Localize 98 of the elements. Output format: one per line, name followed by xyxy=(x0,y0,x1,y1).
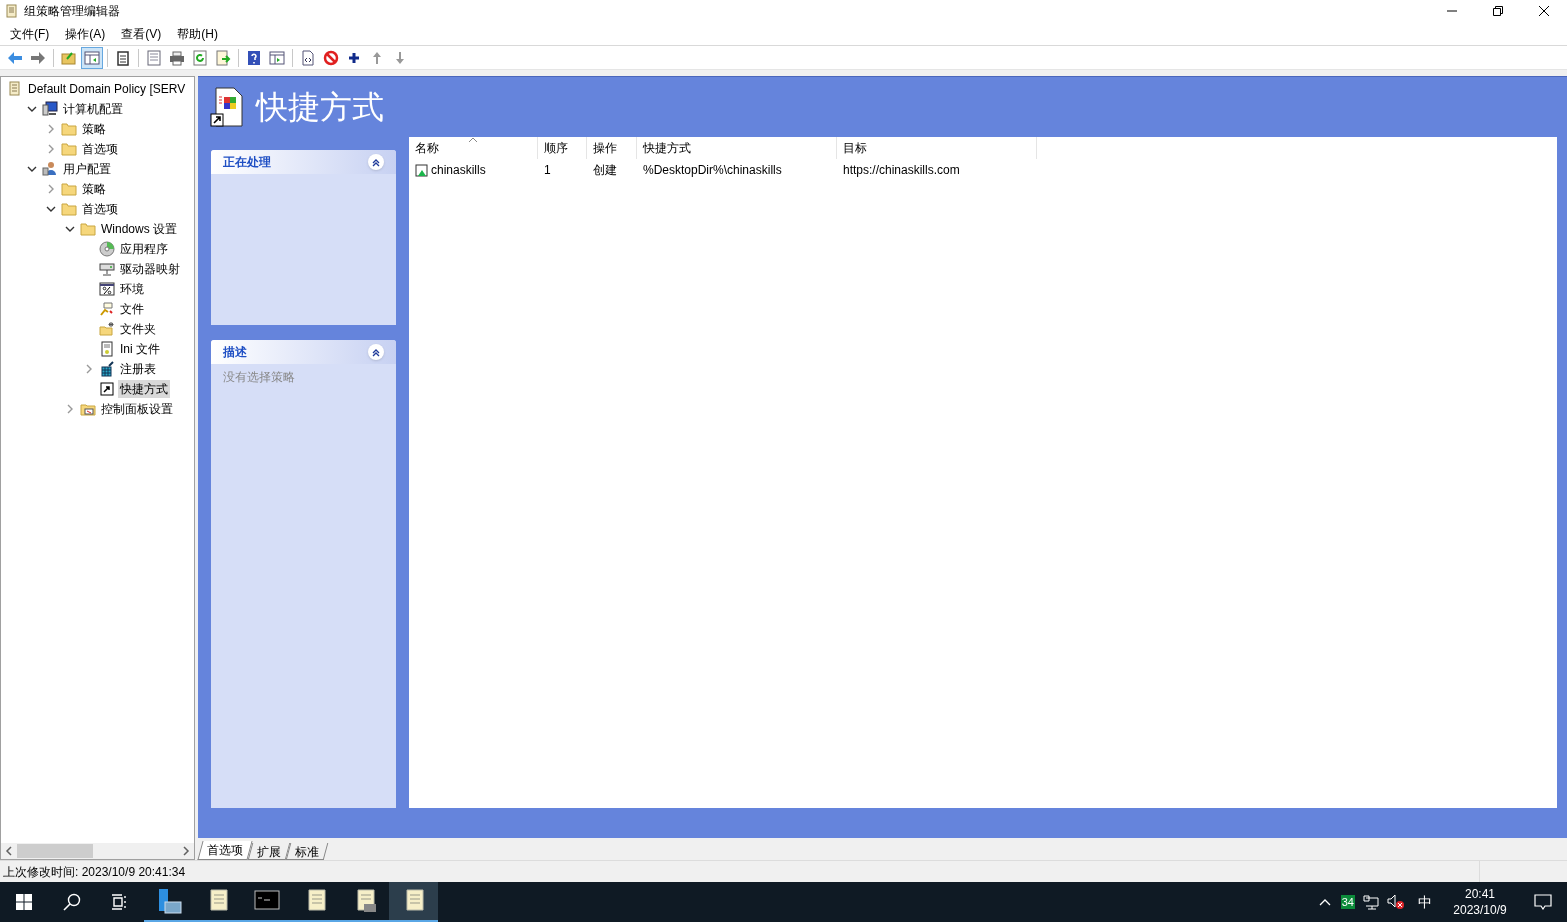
new-folder-icon xyxy=(99,321,115,337)
column-header[interactable]: 顺序 xyxy=(538,137,587,159)
expanded-caret-icon[interactable] xyxy=(65,224,75,234)
menu-item[interactable]: 操作(A) xyxy=(59,22,112,45)
shortcut-document-icon xyxy=(210,87,246,127)
table-cell-text: 创建 xyxy=(593,162,617,179)
task-view-icon xyxy=(111,894,129,910)
export-list-icon xyxy=(215,49,231,66)
panel-title: 快捷方式 xyxy=(256,88,384,127)
collapse-button[interactable] xyxy=(368,154,384,170)
menu-item[interactable]: 文件(F) xyxy=(4,22,56,45)
tree-item[interactable]: 计算机配置 xyxy=(61,100,125,118)
scroll-icon xyxy=(4,4,18,18)
speech-bubble-icon xyxy=(1534,894,1552,910)
properties-icon xyxy=(146,49,162,66)
settings-file-icon xyxy=(99,341,115,357)
collapsed-caret-icon[interactable] xyxy=(84,364,94,374)
restore-icon xyxy=(1493,6,1503,16)
sheet-tab[interactable]: 标准 xyxy=(285,843,329,860)
clock-time: 20:41 xyxy=(1465,886,1495,902)
environment-window-icon xyxy=(99,281,115,297)
network-icon[interactable] xyxy=(1363,894,1379,910)
windows-logo-icon xyxy=(16,894,32,910)
console-tree-icon xyxy=(84,49,100,66)
sheet-tab[interactable]: 首选项 xyxy=(197,841,253,860)
input-method-indicator[interactable]: 中 xyxy=(1413,891,1437,913)
column-header[interactable]: 名称 xyxy=(409,137,538,159)
collapsed-caret-icon[interactable] xyxy=(46,124,56,134)
tree-item[interactable]: 文件 xyxy=(118,300,146,318)
expanded-caret-icon[interactable] xyxy=(27,164,37,174)
registry-cubes-icon xyxy=(99,361,115,377)
tree-item[interactable]: 首选项 xyxy=(80,140,120,158)
tray-badge[interactable]: 34 xyxy=(1340,895,1355,909)
search-icon xyxy=(63,893,81,911)
no-entry-icon xyxy=(323,49,339,66)
column-header[interactable]: 快捷方式 xyxy=(637,137,837,159)
menu-item[interactable]: 查看(V) xyxy=(115,22,168,45)
chevron-up-icon[interactable] xyxy=(1318,898,1331,906)
expanded-caret-icon[interactable] xyxy=(27,104,37,114)
folder-icon xyxy=(61,121,77,137)
collapsed-caret-icon[interactable] xyxy=(65,404,75,414)
status-text: 上次修改时间: 2023/10/9 20:41:34 xyxy=(2,863,186,881)
tree-item[interactable]: 应用程序 xyxy=(118,240,170,258)
tree-item[interactable]: 注册表 xyxy=(118,360,158,378)
tree-item[interactable]: 环境 xyxy=(118,280,146,298)
network-drive-icon xyxy=(99,261,115,277)
tree-item[interactable]: 快捷方式 xyxy=(118,380,170,398)
tree-item[interactable]: 首选项 xyxy=(80,200,120,218)
tree-item[interactable]: 策略 xyxy=(80,120,108,138)
table-cell-text: %DesktopDir%\chinaskills xyxy=(643,162,782,179)
tree-item[interactable]: 策略 xyxy=(80,180,108,198)
folder-icon xyxy=(80,221,96,237)
column-header[interactable]: 目标 xyxy=(837,137,1037,159)
scrollbar-thumb[interactable] xyxy=(17,844,93,858)
tree-item[interactable]: Windows 设置 xyxy=(99,220,179,238)
panel-heading: 描述 xyxy=(223,344,247,361)
folder-icon xyxy=(61,181,77,197)
folder-icon xyxy=(61,201,77,217)
clipboard-icon xyxy=(115,49,131,66)
description-text: 没有选择策略 xyxy=(222,369,296,386)
double-chevron-icon xyxy=(372,157,380,167)
help-icon xyxy=(246,49,262,66)
table-cell-text: https://chinaskills.com xyxy=(843,162,960,179)
tree-item[interactable]: 控制面板设置 xyxy=(99,400,175,418)
tree-item[interactable]: Default Domain Policy [SERV xyxy=(26,80,188,98)
column-header[interactable]: 操作 xyxy=(587,137,637,159)
tree-item[interactable]: Ini 文件 xyxy=(118,340,162,358)
control-panel-folder-icon xyxy=(80,401,96,417)
expanded-caret-icon[interactable] xyxy=(46,204,56,214)
refresh-icon xyxy=(192,49,208,66)
collapse-button[interactable] xyxy=(368,344,384,360)
tree-item[interactable]: 文件夹 xyxy=(118,320,158,338)
table-cell-text: chinaskills xyxy=(431,162,486,179)
xml-document-icon xyxy=(300,49,316,66)
user-icon xyxy=(42,161,58,177)
shortcut-item-icon xyxy=(415,163,428,177)
table-cell-text: 1 xyxy=(544,162,551,179)
double-chevron-icon xyxy=(372,347,380,357)
forward-arrow-icon xyxy=(30,49,46,66)
computer-icon xyxy=(42,101,58,117)
menu-item[interactable]: 帮助(H) xyxy=(171,22,224,45)
window-title: 组策略管理编辑器 xyxy=(24,3,120,20)
collapsed-caret-icon[interactable] xyxy=(46,184,56,194)
panel-heading: 正在处理 xyxy=(223,154,271,171)
tree-item[interactable]: 用户配置 xyxy=(61,160,113,178)
clock[interactable]: 20:41 2023/10/9 xyxy=(1441,886,1519,918)
folder-icon xyxy=(61,141,77,157)
disc-icon xyxy=(99,241,115,257)
action-pane-icon xyxy=(269,49,285,66)
clock-date: 2023/10/9 xyxy=(1453,902,1507,918)
close-icon xyxy=(1539,6,1549,16)
muted-speaker-icon[interactable] xyxy=(1387,894,1405,910)
scroll-icon xyxy=(7,81,23,97)
collapsed-caret-icon[interactable] xyxy=(46,144,56,154)
tree-item[interactable]: 驱动器映射 xyxy=(118,260,182,278)
printer-icon xyxy=(169,49,185,66)
taskbar-app[interactable] xyxy=(389,882,438,922)
file-copy-icon xyxy=(99,301,115,317)
